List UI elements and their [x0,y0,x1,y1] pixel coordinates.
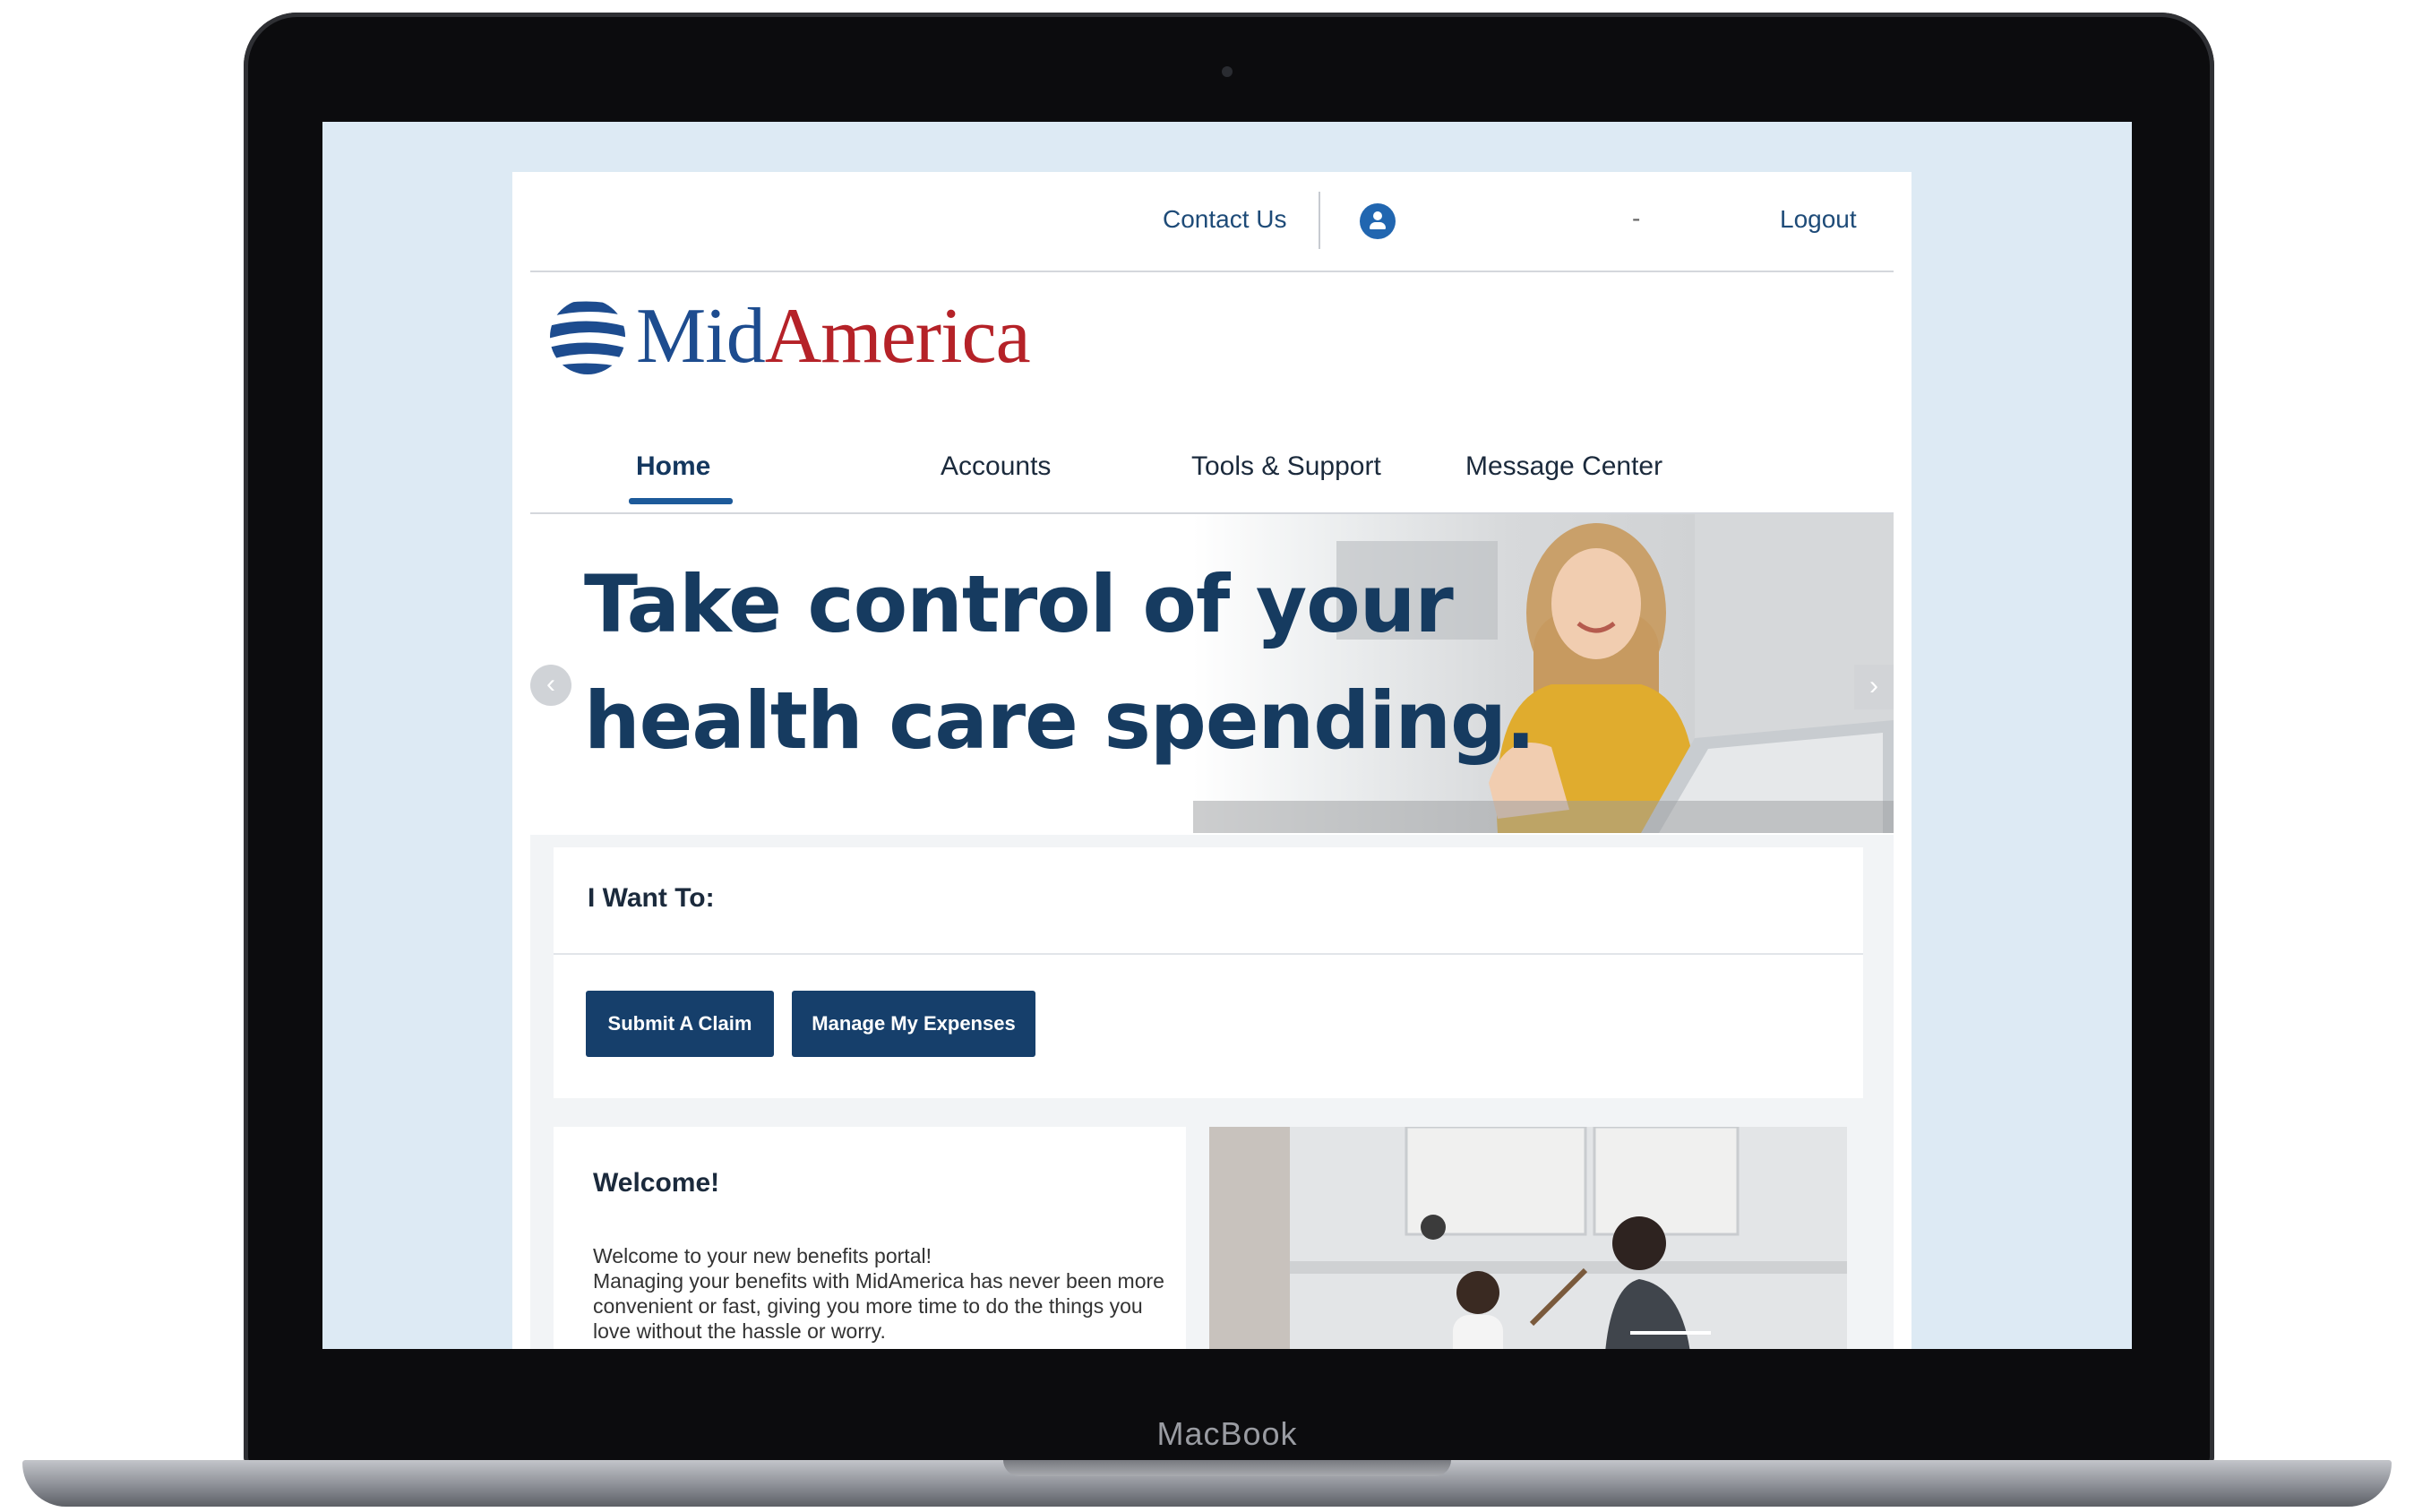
welcome-line-1: Welcome to your new benefits portal! [593,1244,932,1267]
globe-stripes-icon [550,299,625,374]
kitchen-photo-illustration [1209,1127,1847,1349]
panel-divider [554,953,1863,955]
chevron-left-icon[interactable]: ‹ [530,665,571,706]
device-label: MacBook [1156,1415,1298,1452]
dashboard-content: I Want To: Submit A Claim Manage My Expe… [530,835,1894,1349]
user-name[interactable]: - [1632,204,1640,233]
logo-america-text: America [764,293,1031,380]
welcome-card: Welcome! Welcome to your new benefits po… [554,1127,1186,1349]
nav-item-message-center[interactable]: Message Center [1465,451,1662,482]
welcome-line-2: Managing your benefits with MidAmerica h… [593,1269,1164,1343]
midamerica-logo[interactable]: MidAmerica [548,292,1031,391]
i-want-to-heading: I Want To: [588,883,715,913]
welcome-title: Welcome! [593,1168,720,1198]
i-want-to-panel: I Want To: Submit A Claim Manage My Expe… [554,847,1863,1098]
welcome-body: Welcome to your new benefits portal! Man… [593,1243,1166,1344]
contact-us-link[interactable]: Contact Us [1163,205,1287,234]
webcam [1222,66,1233,77]
manage-expenses-button[interactable]: Manage My Expenses [792,991,1035,1057]
nav-item-tools-support[interactable]: Tools & Support [1191,451,1381,482]
hero-headline: Take control of your health care spendin… [584,558,1535,767]
nav-active-indicator [629,498,733,504]
welcome-photo-kitchen [1209,1127,1847,1349]
submit-claim-button[interactable]: Submit A Claim [586,991,774,1057]
main-navigation: Home Accounts Tools & Support Message Ce… [530,441,1894,514]
laptop-hinge-notch [1003,1460,1451,1476]
chevron-right-icon[interactable]: › [1854,665,1894,709]
nav-item-home[interactable]: Home [636,451,710,482]
logo-mid-text: Mid [636,293,766,380]
utility-divider [1319,192,1320,249]
benefits-portal-page: Contact Us - Logout MidAmerica Home Acco… [512,172,1911,1349]
laptop-screen: Contact Us - Logout MidAmerica Home Acco… [322,122,2132,1349]
logout-link[interactable]: Logout [1780,205,1857,234]
user-icon[interactable] [1360,203,1396,239]
nav-item-accounts[interactable]: Accounts [941,451,1051,482]
hero-carousel: Take control of your health care spendin… [530,514,1894,833]
logo-wordmark: MidAmerica [636,293,1031,380]
utility-bar: Contact Us - Logout [530,172,1894,272]
